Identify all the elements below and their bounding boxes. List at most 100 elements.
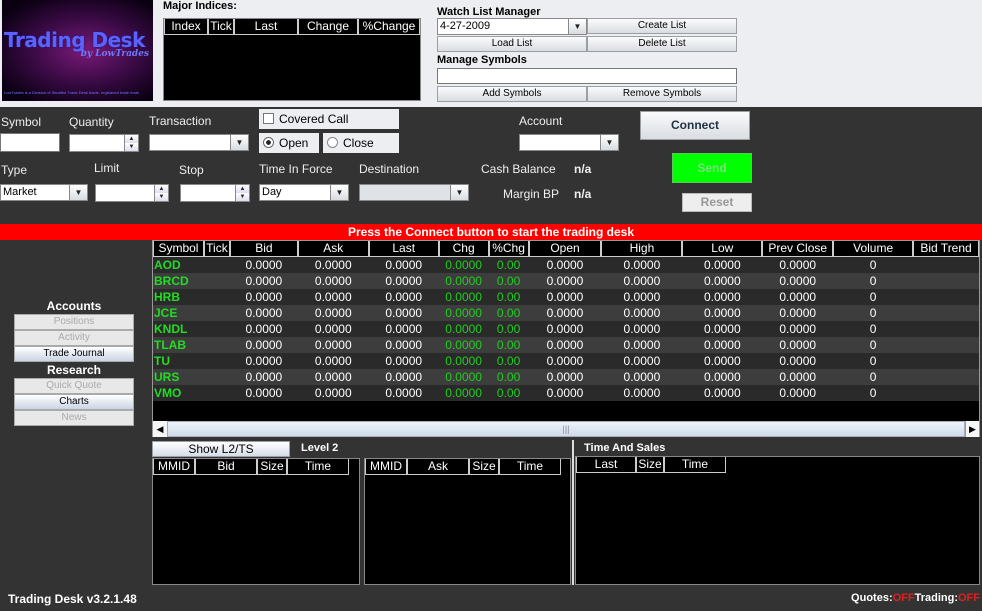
close-radio[interactable]: Close [323, 133, 399, 153]
sidebar-item-activity[interactable]: Activity [14, 330, 134, 346]
column-header[interactable]: Size [636, 457, 664, 473]
chevron-down-icon[interactable]: ▼ [70, 184, 88, 201]
chevron-down-icon[interactable]: ▼ [601, 134, 619, 151]
open-radio[interactable]: Open [259, 133, 319, 153]
add-symbols-button[interactable]: Add Symbols [437, 86, 587, 102]
cell-ask: 0.0000 [314, 306, 352, 320]
column-header[interactable]: Tick [203, 241, 230, 257]
cell--chg: 0.00 [496, 290, 521, 304]
checkbox-icon[interactable] [263, 113, 274, 124]
cell-tick [204, 337, 230, 353]
remove-symbols-button[interactable]: Remove Symbols [587, 86, 737, 102]
column-header[interactable]: Low [682, 241, 763, 257]
account-select[interactable]: ▼ [519, 134, 619, 151]
column-header[interactable]: Last [576, 457, 636, 473]
column-header[interactable]: Index [164, 19, 208, 35]
column-header[interactable]: Ask [297, 241, 369, 257]
column-header[interactable]: Last [234, 19, 298, 35]
table-row[interactable]: TLAB 0.0000 0.0000 0.0000 0.0000 0.00 0.0000 0.… [153, 337, 979, 353]
column-header[interactable]: Tick [208, 19, 234, 35]
column-header[interactable]: Volume [833, 241, 914, 257]
spin-up-icon[interactable]: ▲ [236, 185, 249, 193]
spin-up-icon[interactable]: ▲ [125, 135, 138, 143]
column-header[interactable]: %Chg [488, 241, 529, 257]
show-l2-ts-button[interactable]: Show L2/TS [152, 441, 290, 457]
chevron-down-icon[interactable]: ▼ [231, 134, 249, 151]
column-header[interactable]: Time [287, 459, 349, 475]
horizontal-scrollbar[interactable]: ◀ ||| ▶ [153, 421, 979, 437]
table-row[interactable]: BRCD 0.0000 0.0000 0.0000 0.0000 0.00 0.0000 0.… [153, 273, 979, 289]
reset-button[interactable]: Reset [682, 193, 752, 212]
column-header[interactable]: Symbol [153, 241, 204, 257]
column-header[interactable]: Last [368, 241, 439, 257]
cell-low: 0.0000 [703, 354, 741, 368]
column-header[interactable]: Bid [195, 459, 257, 475]
column-header[interactable]: High [601, 241, 683, 257]
research-heading: Research [46, 363, 102, 377]
level2-bid-table[interactable]: MMID Bid Size Time [152, 458, 360, 585]
create-list-button[interactable]: Create List [587, 18, 737, 34]
spin-up-icon[interactable]: ▲ [155, 185, 168, 193]
load-list-button[interactable]: Load List [437, 36, 587, 52]
time-in-force-select[interactable]: Day ▼ [259, 184, 349, 201]
spin-down-icon[interactable]: ▼ [155, 193, 168, 201]
table-row[interactable]: TU 0.0000 0.0000 0.0000 0.0000 0.00 0.0000 0.00… [153, 353, 979, 369]
column-header[interactable]: Bid [229, 241, 298, 257]
column-header[interactable]: Size [469, 459, 499, 475]
cell-low: 0.0000 [703, 274, 741, 288]
time-and-sales-table[interactable]: Last Size Time [575, 456, 980, 585]
table-row[interactable]: HRB 0.0000 0.0000 0.0000 0.0000 0.00 0.0000 0.0… [153, 289, 979, 305]
connect-button[interactable]: Connect [640, 111, 750, 140]
symbol-input[interactable] [0, 133, 60, 152]
table-row[interactable]: AOD 0.0000 0.0000 0.0000 0.0000 0.00 0.0000 0.0… [153, 257, 979, 273]
destination-select[interactable]: ▼ [359, 184, 469, 201]
scrollbar-thumb[interactable]: ||| [167, 421, 965, 437]
column-header[interactable]: MMID [153, 459, 195, 475]
column-header[interactable]: %Change [358, 19, 420, 35]
chevron-down-icon[interactable]: ▼ [569, 18, 587, 35]
limit-stepper[interactable]: ▲ ▼ [95, 184, 169, 202]
column-header[interactable]: MMID [365, 459, 407, 475]
manage-symbols-input[interactable] [437, 68, 737, 84]
scroll-left-icon[interactable]: ◀ [153, 421, 167, 437]
chevron-down-icon[interactable]: ▼ [451, 184, 469, 201]
spin-down-icon[interactable]: ▼ [236, 193, 249, 201]
column-header[interactable]: Open [528, 241, 602, 257]
watch-list-select[interactable]: 4-27-2009 ▼ [437, 18, 587, 35]
level2-ask-table[interactable]: MMID Ask Size Time [364, 458, 571, 585]
column-header[interactable]: Time [499, 459, 561, 475]
table-row[interactable]: VMO 0.0000 0.0000 0.0000 0.0000 0.00 0.0000 0.0… [153, 385, 979, 401]
table-row[interactable]: JCE 0.0000 0.0000 0.0000 0.0000 0.00 0.0000 0.0… [153, 305, 979, 321]
radio-icon[interactable] [327, 137, 338, 148]
cell-last: 0.0000 [385, 338, 423, 352]
cell-chg: 0.0000 [445, 386, 482, 400]
spin-down-icon[interactable]: ▼ [125, 143, 138, 151]
column-header[interactable]: Chg [438, 241, 489, 257]
major-indices-table[interactable]: Index Tick Last Change %Change [163, 18, 421, 101]
column-header[interactable]: Bid Trend [913, 241, 979, 257]
column-header[interactable]: Time [664, 457, 726, 473]
quantity-stepper[interactable]: ▲ ▼ [69, 134, 139, 152]
type-select[interactable]: Market ▼ [0, 184, 88, 201]
quotes-grid[interactable]: Symbol Tick Bid Ask Last Chg %Chg Open High Low Pr… [152, 240, 980, 437]
sidebar-item-trade-journal[interactable]: Trade Journal [14, 346, 134, 362]
delete-list-button[interactable]: Delete List [587, 36, 737, 52]
scroll-right-icon[interactable]: ▶ [965, 421, 979, 437]
column-header[interactable]: Ask [407, 459, 469, 475]
column-header[interactable]: Size [257, 459, 287, 475]
sidebar-item-news[interactable]: News [14, 410, 134, 426]
send-button[interactable]: Send [672, 153, 752, 183]
column-header[interactable]: Change [298, 19, 358, 35]
radio-selected-icon[interactable] [263, 137, 274, 148]
table-row[interactable]: URS 0.0000 0.0000 0.0000 0.0000 0.00 0.0000 0.0… [153, 369, 979, 385]
sidebar-item-positions[interactable]: Positions [14, 314, 134, 330]
covered-call-checkbox[interactable]: Covered Call [259, 109, 399, 129]
table-row[interactable]: KNDL 0.0000 0.0000 0.0000 0.0000 0.00 0.0000 0.… [153, 321, 979, 337]
sidebar-item-quick-quote[interactable]: Quick Quote [14, 378, 134, 394]
logo-subtitle: by LowTrades [80, 49, 149, 59]
column-header[interactable]: Prev Close [762, 241, 834, 257]
sidebar-item-charts[interactable]: Charts [14, 394, 134, 410]
chevron-down-icon[interactable]: ▼ [331, 184, 349, 201]
transaction-select[interactable]: ▼ [149, 134, 249, 151]
stop-stepper[interactable]: ▲ ▼ [180, 184, 250, 202]
